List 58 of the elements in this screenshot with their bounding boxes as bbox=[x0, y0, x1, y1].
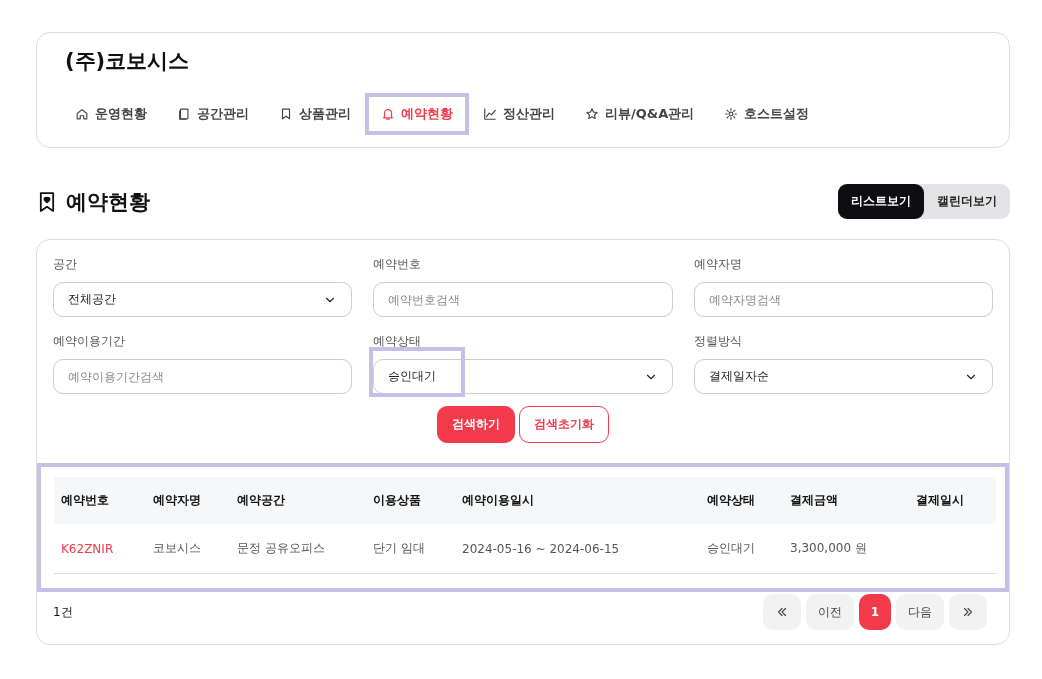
field-label: 정렬방식 bbox=[693, 333, 743, 350]
nav-tab[interactable]: 호스트설정 bbox=[708, 93, 826, 135]
select-field[interactable]: 결제일자순 bbox=[693, 359, 993, 394]
select-value: 승인대기 bbox=[388, 368, 437, 385]
company-name: (주)코보시스 bbox=[65, 48, 191, 75]
select-value: 전체공간 bbox=[68, 291, 116, 308]
page-title: 예약현황 bbox=[66, 188, 150, 216]
nav-tab[interactable]: 상품관리 bbox=[263, 93, 367, 135]
table-cell: 코보시스 bbox=[146, 524, 230, 574]
reservation-link[interactable]: K62ZNIR bbox=[54, 524, 146, 574]
double-chevron-left-icon bbox=[775, 605, 789, 619]
table-cell: 2024-05-16 ~ 2024-06-15 bbox=[455, 524, 700, 574]
select-field[interactable]: 전체공간 bbox=[53, 282, 353, 317]
star-icon bbox=[585, 107, 599, 121]
home-icon bbox=[75, 107, 89, 121]
nav-tab[interactable]: 예약현황 bbox=[365, 93, 469, 135]
last-page-button[interactable] bbox=[949, 594, 987, 630]
document-icon bbox=[177, 107, 191, 121]
column-header: 결제일시 bbox=[909, 477, 996, 524]
view-button[interactable]: 캘린더보기 bbox=[924, 184, 1010, 219]
first-page-button[interactable] bbox=[763, 594, 801, 630]
bell-icon bbox=[381, 107, 395, 121]
next-button[interactable]: 다음 bbox=[896, 594, 944, 630]
input-field[interactable]: 예약이용기간검색 bbox=[53, 359, 353, 394]
column-header: 예약상태 bbox=[700, 477, 783, 524]
table-cell: 단기 임대 bbox=[366, 524, 455, 574]
reset-button[interactable]: 검색초기화 bbox=[519, 406, 609, 443]
double-chevron-right-icon bbox=[961, 605, 975, 619]
select-field[interactable]: 승인대기 bbox=[373, 359, 673, 394]
field-label: 예약자명 bbox=[693, 256, 743, 273]
chart-icon bbox=[483, 107, 497, 121]
view-button[interactable]: 리스트보기 bbox=[838, 184, 924, 219]
bookmark-icon bbox=[279, 107, 293, 121]
field-label: 공간 bbox=[53, 256, 78, 273]
column-header: 예약공간 bbox=[230, 477, 366, 524]
input-field[interactable]: 예약자명검색 bbox=[693, 282, 993, 317]
prev-button[interactable]: 이전 bbox=[806, 594, 854, 630]
table-cell: 3,300,000 원 bbox=[783, 524, 909, 574]
column-header: 예약번호 bbox=[54, 477, 146, 524]
column-header: 예약자명 bbox=[146, 477, 230, 524]
nav-tab[interactable]: 리뷰/Q&A관리 bbox=[569, 93, 711, 135]
settings-icon bbox=[724, 107, 739, 121]
column-header: 이용상품 bbox=[366, 477, 455, 524]
nav-tab[interactable]: 정산관리 bbox=[467, 93, 571, 135]
nav-tab[interactable]: 운영현황 bbox=[59, 93, 163, 135]
result-count: 1건 bbox=[53, 603, 73, 621]
input-field[interactable]: 예약번호검색 bbox=[373, 282, 673, 317]
field-label: 예약상태 bbox=[373, 333, 423, 350]
field-label: 예약이용기간 bbox=[53, 333, 126, 350]
table-cell: 승인대기 bbox=[700, 524, 783, 574]
field-label: 예약번호 bbox=[373, 256, 423, 273]
nav-tab[interactable]: 공간관리 bbox=[161, 93, 265, 135]
page-button[interactable]: 1 bbox=[859, 594, 891, 630]
column-header: 예약이용일시 bbox=[455, 477, 700, 524]
table-cell: 문정 공유오피스 bbox=[230, 524, 366, 574]
select-value: 결제일자순 bbox=[708, 368, 769, 385]
search-button[interactable]: 검색하기 bbox=[437, 406, 515, 443]
column-header: 결제금액 bbox=[783, 477, 909, 524]
